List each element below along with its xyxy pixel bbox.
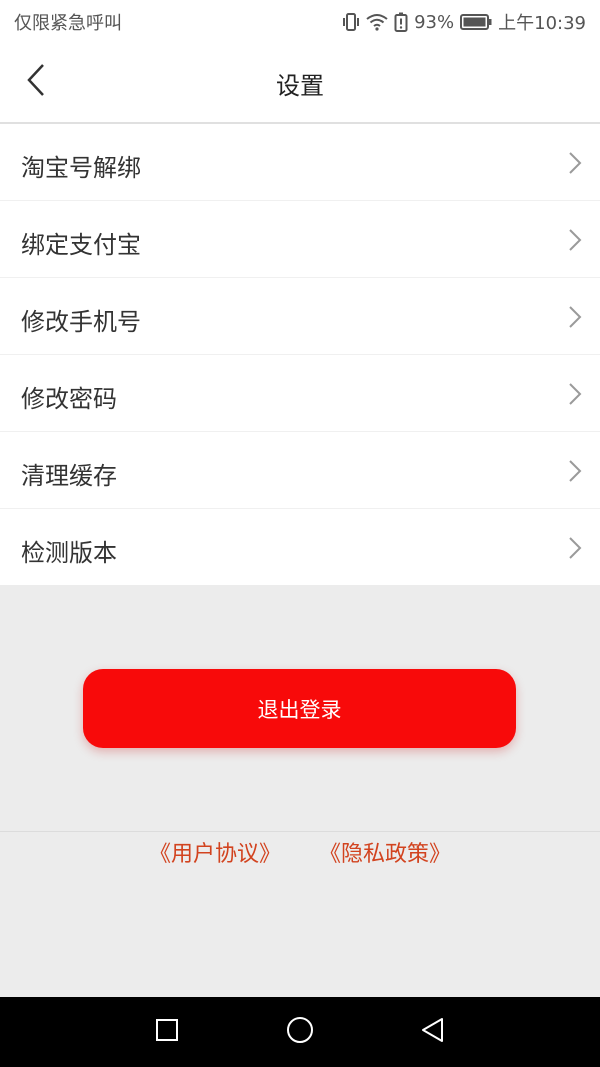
settings-menu: 淘宝号解绑 绑定支付宝 修改手机号 修改密码 清理缓存 检测版本 [0, 124, 600, 585]
chevron-right-icon [568, 382, 582, 410]
header: 设置 [0, 42, 600, 124]
back-icon [420, 1017, 444, 1047]
recent-apps-icon [155, 1018, 179, 1046]
chevron-right-icon [568, 151, 582, 179]
legal-links: 《用户协议》 《隐私政策》 [0, 836, 600, 868]
vibrate-icon [342, 12, 360, 32]
chevron-right-icon [568, 459, 582, 487]
chevron-right-icon [568, 305, 582, 333]
privacy-policy-link[interactable]: 《隐私政策》 [319, 836, 451, 868]
chevron-right-icon [568, 228, 582, 256]
home-icon [286, 1016, 314, 1048]
battery-percent: 93% [414, 11, 455, 33]
menu-item-clear-cache[interactable]: 清理缓存 [0, 432, 600, 509]
menu-item-change-password[interactable]: 修改密码 [0, 355, 600, 432]
menu-item-label: 绑定支付宝 [21, 231, 141, 259]
recent-apps-button[interactable] [149, 1014, 185, 1050]
menu-item-check-version[interactable]: 检测版本 [0, 509, 600, 585]
wifi-icon [366, 13, 388, 31]
menu-item-label: 检测版本 [21, 539, 117, 567]
battery-icon [460, 14, 492, 30]
menu-item-label: 淘宝号解绑 [21, 154, 141, 182]
menu-item-label: 修改手机号 [21, 308, 141, 336]
battery-alert-icon [394, 12, 408, 32]
user-agreement-link[interactable]: 《用户协议》 [149, 836, 281, 868]
navigation-bar [0, 997, 600, 1067]
clock: 上午10:39 [498, 13, 586, 34]
status-icons: 93% 上午10:39 [342, 9, 586, 35]
home-button[interactable] [282, 1014, 318, 1050]
carrier-text: 仅限紧急呼叫 [14, 13, 122, 34]
logout-button[interactable]: 退出登录 [83, 669, 516, 748]
divider [0, 831, 600, 832]
menu-item-label: 清理缓存 [21, 462, 117, 490]
page-title: 设置 [276, 72, 324, 100]
menu-item-change-phone[interactable]: 修改手机号 [0, 278, 600, 355]
menu-item-unbind-taobao[interactable]: 淘宝号解绑 [0, 124, 600, 201]
menu-item-label: 修改密码 [21, 385, 117, 413]
status-bar: 仅限紧急呼叫 93% 上午10:39 [0, 0, 600, 42]
chevron-right-icon [568, 536, 582, 564]
system-back-button[interactable] [414, 1014, 450, 1050]
menu-item-bind-alipay[interactable]: 绑定支付宝 [0, 201, 600, 278]
